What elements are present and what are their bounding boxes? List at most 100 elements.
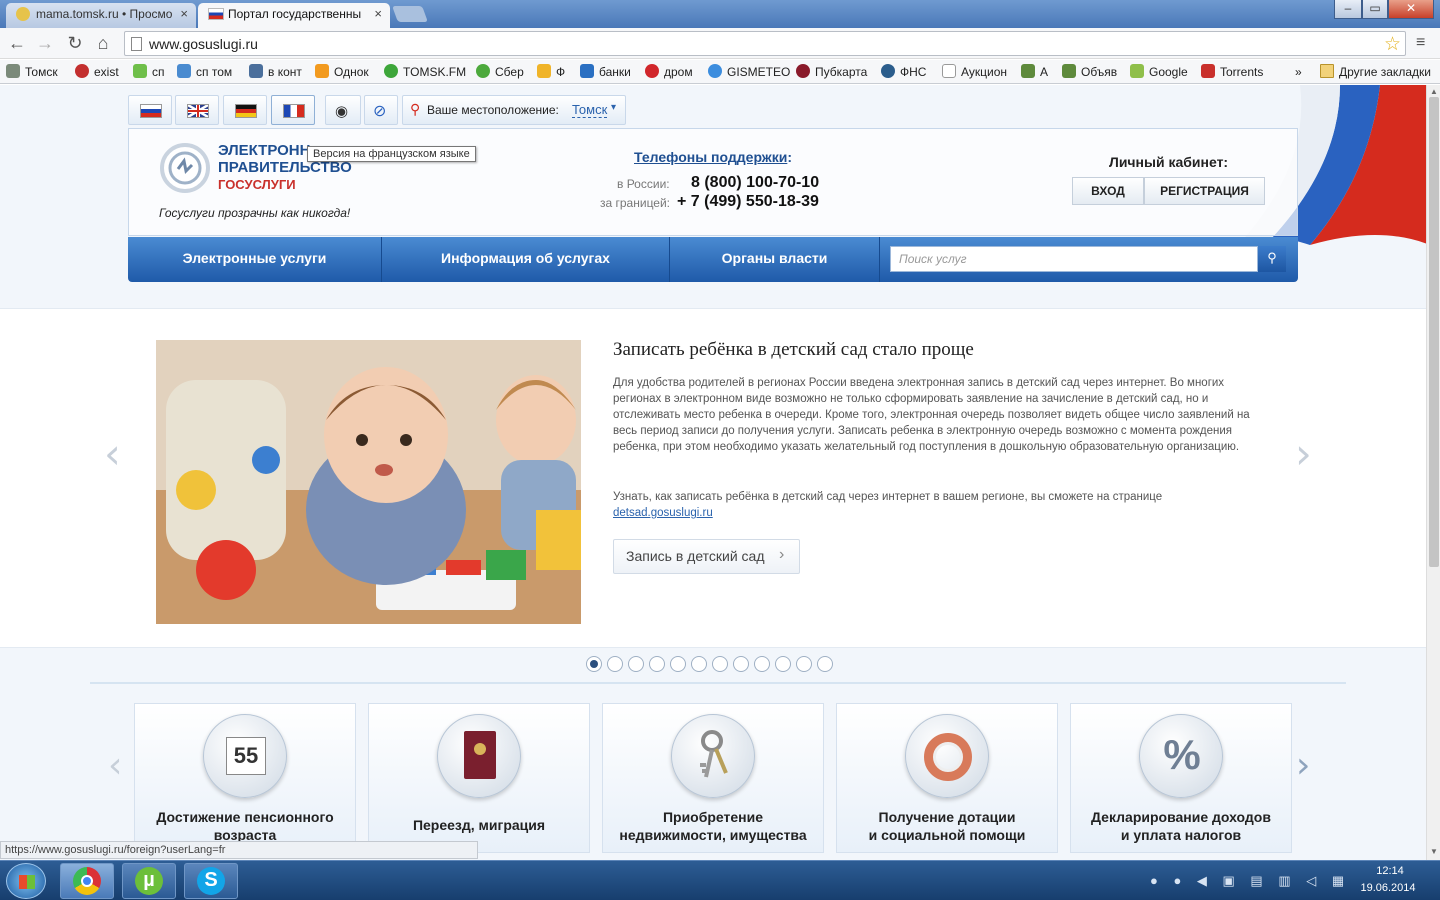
taskbar-chrome[interactable] — [60, 863, 114, 899]
bookmark-tomsk-fm[interactable]: TOMSK.FM — [384, 63, 466, 81]
bookmark-auction[interactable]: Аукцион — [942, 63, 1007, 81]
close-tab-icon[interactable]: × — [374, 3, 382, 25]
scroll-thumb[interactable] — [1429, 97, 1439, 567]
slider-dot[interactable] — [775, 656, 791, 672]
scroll-up-icon[interactable]: ▲ — [1430, 87, 1438, 96]
close-tab-icon[interactable]: × — [180, 3, 188, 25]
slider-next-arrow-icon[interactable]: › — [1295, 429, 1312, 478]
home-icon[interactable]: ⌂ — [92, 32, 114, 54]
category-pension[interactable]: 55 Достижение пенсионного возраста — [134, 703, 356, 853]
bookmark-obyav[interactable]: Объяв — [1062, 63, 1117, 81]
keys-icon — [671, 714, 755, 798]
search-input[interactable]: Поиск услуг — [890, 246, 1258, 272]
lang-german-button[interactable] — [223, 95, 267, 125]
windows-logo-icon — [19, 875, 35, 889]
forward-icon[interactable]: → — [34, 32, 56, 54]
slider-dot[interactable] — [712, 656, 728, 672]
reload-icon[interactable]: ↻ — [64, 32, 86, 54]
bookmark-icon — [537, 64, 551, 78]
bookmark-icon — [1021, 64, 1035, 78]
page-scrollbar[interactable]: ▲ ▼ — [1426, 85, 1440, 860]
kindergarten-enroll-button[interactable]: Запись в детский сад › — [613, 539, 800, 574]
categories-next-arrow-icon[interactable]: › — [1296, 745, 1310, 786]
slider-dot[interactable] — [817, 656, 833, 672]
slider-dot[interactable] — [586, 656, 602, 672]
clock-date[interactable]: 19.06.2014 — [1356, 882, 1420, 894]
location-value[interactable]: Томск — [572, 102, 608, 118]
location-selector[interactable]: ⚲ Ваше местоположение: Томск ▾ — [402, 95, 626, 125]
bookmark-drom[interactable]: дром — [645, 63, 693, 81]
bookmark-tomsk[interactable]: Томск — [6, 63, 58, 81]
slider-dot[interactable] — [649, 656, 665, 672]
tab-gosuslugi[interactable]: Портал государственны × — [198, 3, 390, 28]
address-bar[interactable]: www.gosuslugi.ru ☆ — [124, 31, 1406, 56]
bookmark-icon — [580, 64, 594, 78]
category-label: Переезд, миграция — [369, 816, 589, 834]
other-bookmarks[interactable]: Другие закладки — [1320, 63, 1431, 81]
nav-authorities[interactable]: Органы власти — [670, 237, 880, 282]
support-title-link[interactable]: Телефоны поддержки — [634, 149, 787, 165]
start-button[interactable] — [6, 863, 46, 899]
minimize-button[interactable]: – — [1334, 0, 1362, 19]
bookmark-vkontakte[interactable]: в конт — [249, 63, 302, 81]
search-button[interactable]: ⚲ — [1258, 246, 1286, 272]
lang-english-button[interactable] — [175, 95, 219, 125]
bookmark-star-icon[interactable]: ☆ — [1384, 33, 1401, 56]
taskbar-skype[interactable]: S — [184, 863, 238, 899]
bookmark-pubkarta[interactable]: Пубкарта — [796, 63, 867, 81]
nav-services-info[interactable]: Информация об услугах — [382, 237, 670, 282]
bookmark-exist[interactable]: exist — [75, 63, 119, 81]
compass-button[interactable]: ⊘ — [364, 95, 398, 125]
slider-dot[interactable] — [796, 656, 812, 672]
bookmark-banki[interactable]: банки — [580, 63, 631, 81]
new-tab-button[interactable] — [392, 6, 428, 22]
logo-text: ЭЛЕКТРОНН — [218, 142, 311, 159]
bookmark-label: exist — [94, 65, 119, 79]
bookmark-f[interactable]: Ф — [537, 63, 565, 81]
sber-icon — [476, 64, 490, 78]
back-icon[interactable]: ← — [6, 32, 28, 54]
login-button[interactable]: ВХОД — [1072, 177, 1144, 205]
slider-dot[interactable] — [733, 656, 749, 672]
support-title[interactable]: Телефоны поддержки: — [634, 149, 792, 165]
scroll-down-icon[interactable]: ▼ — [1430, 847, 1438, 856]
clock-time[interactable]: 12:14 — [1360, 865, 1420, 877]
lang-russian-button[interactable] — [128, 95, 172, 125]
maximize-button[interactable]: ▭ — [1362, 0, 1388, 19]
bookmark-gismeteo[interactable]: GISMETEO — [708, 63, 790, 81]
category-taxes[interactable]: % Декларирование доходов и уплата налогов — [1070, 703, 1292, 853]
bookmarks-more-button[interactable]: » — [1295, 63, 1302, 81]
slider-dot[interactable] — [670, 656, 686, 672]
system-tray-icons[interactable]: ● ● ◀ ▣ ▤ ▥ ◁ ▦ — [1150, 873, 1350, 889]
gosuslugi-logo-icon[interactable] — [160, 143, 210, 193]
nav-electronic-services[interactable]: Электронные услуги — [128, 237, 382, 282]
slider-dot[interactable] — [754, 656, 770, 672]
bookmark-torrents[interactable]: Torrents — [1201, 63, 1263, 81]
category-social-aid[interactable]: Получение дотации и социальной помощи — [836, 703, 1058, 853]
bookmark-icon — [1062, 64, 1076, 78]
category-property[interactable]: Приобретение недвижимости, имущества — [602, 703, 824, 853]
bookmark-google[interactable]: Google — [1130, 63, 1188, 81]
bookmark-sp[interactable]: сп — [133, 63, 165, 81]
chrome-menu-icon[interactable]: ≡ — [1416, 35, 1430, 51]
lang-french-button[interactable] — [271, 95, 315, 125]
register-button[interactable]: РЕГИСТРАЦИЯ — [1144, 177, 1265, 205]
tab-mama-tomsk[interactable]: mama.tomsk.ru • Просмо × — [6, 3, 196, 28]
category-migration[interactable]: Переезд, миграция — [368, 703, 590, 853]
slider-dot[interactable] — [607, 656, 623, 672]
url-text[interactable]: www.gosuslugi.ru — [149, 36, 258, 52]
bookmark-sber[interactable]: Сбер — [476, 63, 524, 81]
taskbar-utorrent[interactable]: µ — [122, 863, 176, 899]
accessibility-button[interactable]: ◉ — [325, 95, 361, 125]
categories-prev-arrow-icon[interactable]: ‹ — [108, 745, 122, 786]
detsad-link[interactable]: detsad.gosuslugi.ru — [613, 505, 713, 521]
close-window-button[interactable]: ✕ — [1388, 0, 1434, 19]
slider-prev-arrow-icon[interactable]: ‹ — [104, 429, 121, 478]
category-label-line1: Переезд, миграция — [412, 817, 546, 833]
slider-dot[interactable] — [628, 656, 644, 672]
bookmark-sp-tom[interactable]: сп том — [177, 63, 232, 81]
slider-dot[interactable] — [691, 656, 707, 672]
bookmark-a[interactable]: А — [1021, 63, 1048, 81]
bookmark-fns[interactable]: ФНС — [881, 63, 926, 81]
bookmark-odnoklassniki[interactable]: Однок — [315, 63, 369, 81]
